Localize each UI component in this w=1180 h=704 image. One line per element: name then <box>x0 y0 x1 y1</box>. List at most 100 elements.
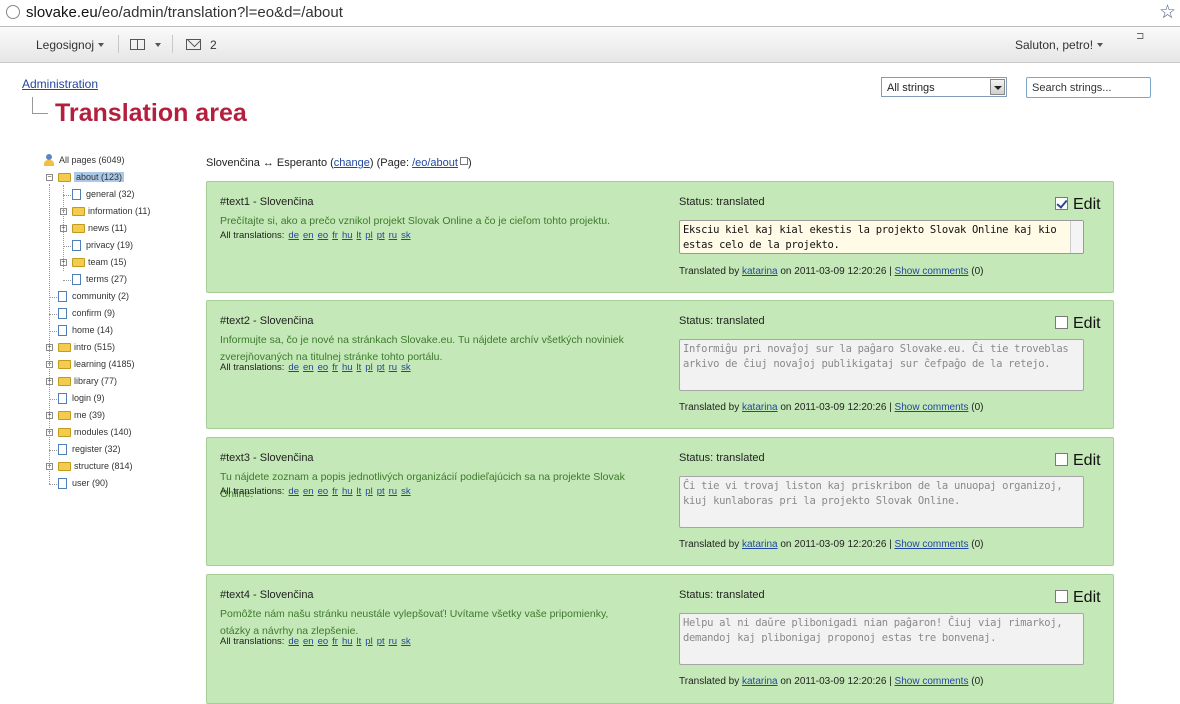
translator-link[interactable]: katarina <box>742 266 778 277</box>
language-link-de[interactable]: de <box>288 486 299 497</box>
show-comments-link[interactable]: Show comments <box>895 266 969 277</box>
bookmarks-menu[interactable]: Legosignoj <box>36 38 105 52</box>
language-link-pl[interactable]: pl <box>365 230 372 241</box>
strings-filter-select[interactable]: All strings <box>881 77 1007 97</box>
language-link-pl[interactable]: pl <box>365 636 372 647</box>
edit-label: Edit <box>1073 452 1101 469</box>
tree-item-label: intro (515) <box>74 342 116 352</box>
edit-checkbox[interactable] <box>1055 197 1068 210</box>
language-link-en[interactable]: en <box>303 486 314 497</box>
language-link-hu[interactable]: hu <box>342 636 353 647</box>
tree-item-label: community (2) <box>72 291 130 301</box>
edit-label: Edit <box>1073 589 1101 606</box>
language-link-lt[interactable]: lt <box>357 362 362 373</box>
language-link-hu[interactable]: hu <box>342 230 353 241</box>
show-comments-link[interactable]: Show comments <box>895 676 969 687</box>
user-menu[interactable]: Saluton, petro! <box>1015 38 1104 52</box>
language-link-pt[interactable]: pt <box>377 636 385 647</box>
tree-connector <box>49 297 57 298</box>
page-link[interactable]: /eo/about <box>412 157 458 169</box>
edit-checkbox[interactable] <box>1055 453 1068 466</box>
translation-textarea[interactable]: Helpu al ni daŭre plibonigadi nian paĝar… <box>679 613 1084 665</box>
edit-checkbox[interactable] <box>1055 590 1068 603</box>
tree-item-label: terms (27) <box>86 274 128 284</box>
show-comments-link[interactable]: Show comments <box>895 402 969 413</box>
textarea-scrollbar[interactable] <box>1070 221 1083 253</box>
language-link-fr[interactable]: fr <box>332 486 338 497</box>
language-link-sk[interactable]: sk <box>401 486 411 497</box>
language-link-hu[interactable]: hu <box>342 486 353 497</box>
language-link-fr[interactable]: fr <box>332 230 338 241</box>
language-link-sk[interactable]: sk <box>401 636 411 647</box>
search-strings-input[interactable] <box>1026 77 1151 98</box>
translator-link[interactable]: katarina <box>742 539 778 550</box>
language-link-de[interactable]: de <box>288 636 299 647</box>
tree-connector <box>49 399 57 400</box>
breadcrumb-administration[interactable]: Administration <box>22 77 98 91</box>
source-text: Informujte sa, čo je nové na stránkach S… <box>220 334 624 363</box>
language-link-fr[interactable]: fr <box>332 636 338 647</box>
external-link-icon <box>459 157 468 165</box>
language-link-en[interactable]: en <box>303 636 314 647</box>
language-link-ru[interactable]: ru <box>389 486 397 497</box>
page-icon <box>58 325 67 336</box>
language-link-lt[interactable]: lt <box>357 486 362 497</box>
translation-entry: #text3 - Slovenčina Tu nájdete zoznam a p… <box>206 437 1114 566</box>
tree-item-label: general (32) <box>86 189 135 199</box>
folder-icon <box>58 343 71 352</box>
language-link-hu[interactable]: hu <box>342 362 353 373</box>
entry-id: #text1 - Slovenčina <box>220 196 314 208</box>
page-icon <box>58 308 67 319</box>
folder-icon <box>58 411 71 420</box>
pin-icon[interactable]: ⊐ <box>1136 31 1144 42</box>
language-link-pt[interactable]: pt <box>377 362 385 373</box>
translation-textarea[interactable]: Informiĝu pri novaĵoj sur la paĝaro Slov… <box>679 339 1084 391</box>
show-comments-link[interactable]: Show comments <box>895 539 969 550</box>
folder-icon <box>58 462 71 471</box>
language-link-en[interactable]: en <box>303 362 314 373</box>
chevron-down-icon <box>155 43 161 47</box>
language-link-eo[interactable]: eo <box>318 486 329 497</box>
language-link-lt[interactable]: lt <box>357 636 362 647</box>
translation-entry: #text4 - Slovenčina Pomôžte nám našu strá… <box>206 574 1114 704</box>
tree-item-label: login (9) <box>72 393 105 403</box>
language-link-ru[interactable]: ru <box>389 636 397 647</box>
language-link-en[interactable]: en <box>303 230 314 241</box>
translator-link[interactable]: katarina <box>742 402 778 413</box>
language-link-pl[interactable]: pl <box>365 486 372 497</box>
language-link-eo[interactable]: eo <box>318 636 329 647</box>
language-link-eo[interactable]: eo <box>318 362 329 373</box>
tree-item-label: library (77) <box>74 376 118 386</box>
translation-textarea[interactable]: Eksciu kiel kaj kial ekestis la projekto… <box>679 220 1084 254</box>
page-title: Translation area <box>55 99 247 127</box>
book-menu[interactable] <box>130 38 161 52</box>
tree-connector <box>63 185 64 271</box>
mail-menu[interactable]: 2 <box>186 38 217 52</box>
address-bar[interactable]: slovake.eu/eo/admin/translation?l=eo&d=/… <box>0 0 1180 27</box>
status-label: Status: translated <box>679 589 765 601</box>
language-link-sk[interactable]: sk <box>401 230 411 241</box>
language-link-pt[interactable]: pt <box>377 230 385 241</box>
tree-connector <box>63 280 71 281</box>
language-link-pl[interactable]: pl <box>365 362 372 373</box>
language-link-eo[interactable]: eo <box>318 230 329 241</box>
url-text[interactable]: slovake.eu/eo/admin/translation?l=eo&d=/… <box>26 4 343 21</box>
translation-textarea[interactable]: Ĉi tie vi trovaj liston kaj priskribon d… <box>679 476 1084 528</box>
language-link-de[interactable]: de <box>288 362 299 373</box>
translator-link[interactable]: katarina <box>742 676 778 687</box>
bookmark-star-icon[interactable]: ☆ <box>1159 1 1176 24</box>
language-link-de[interactable]: de <box>288 230 299 241</box>
dropdown-arrow-icon[interactable] <box>990 79 1005 95</box>
edit-label: Edit <box>1073 196 1101 213</box>
collapse-icon[interactable]: − <box>46 174 53 181</box>
translation-entry: #text2 - Slovenčina Informujte sa, čo je … <box>206 300 1114 429</box>
language-link-ru[interactable]: ru <box>389 362 397 373</box>
language-link-ru[interactable]: ru <box>389 230 397 241</box>
edit-checkbox[interactable] <box>1055 316 1068 329</box>
page-icon <box>72 274 81 285</box>
change-language-link[interactable]: change <box>334 157 370 169</box>
language-link-pt[interactable]: pt <box>377 486 385 497</box>
language-link-sk[interactable]: sk <box>401 362 411 373</box>
language-link-lt[interactable]: lt <box>357 230 362 241</box>
language-link-fr[interactable]: fr <box>332 362 338 373</box>
